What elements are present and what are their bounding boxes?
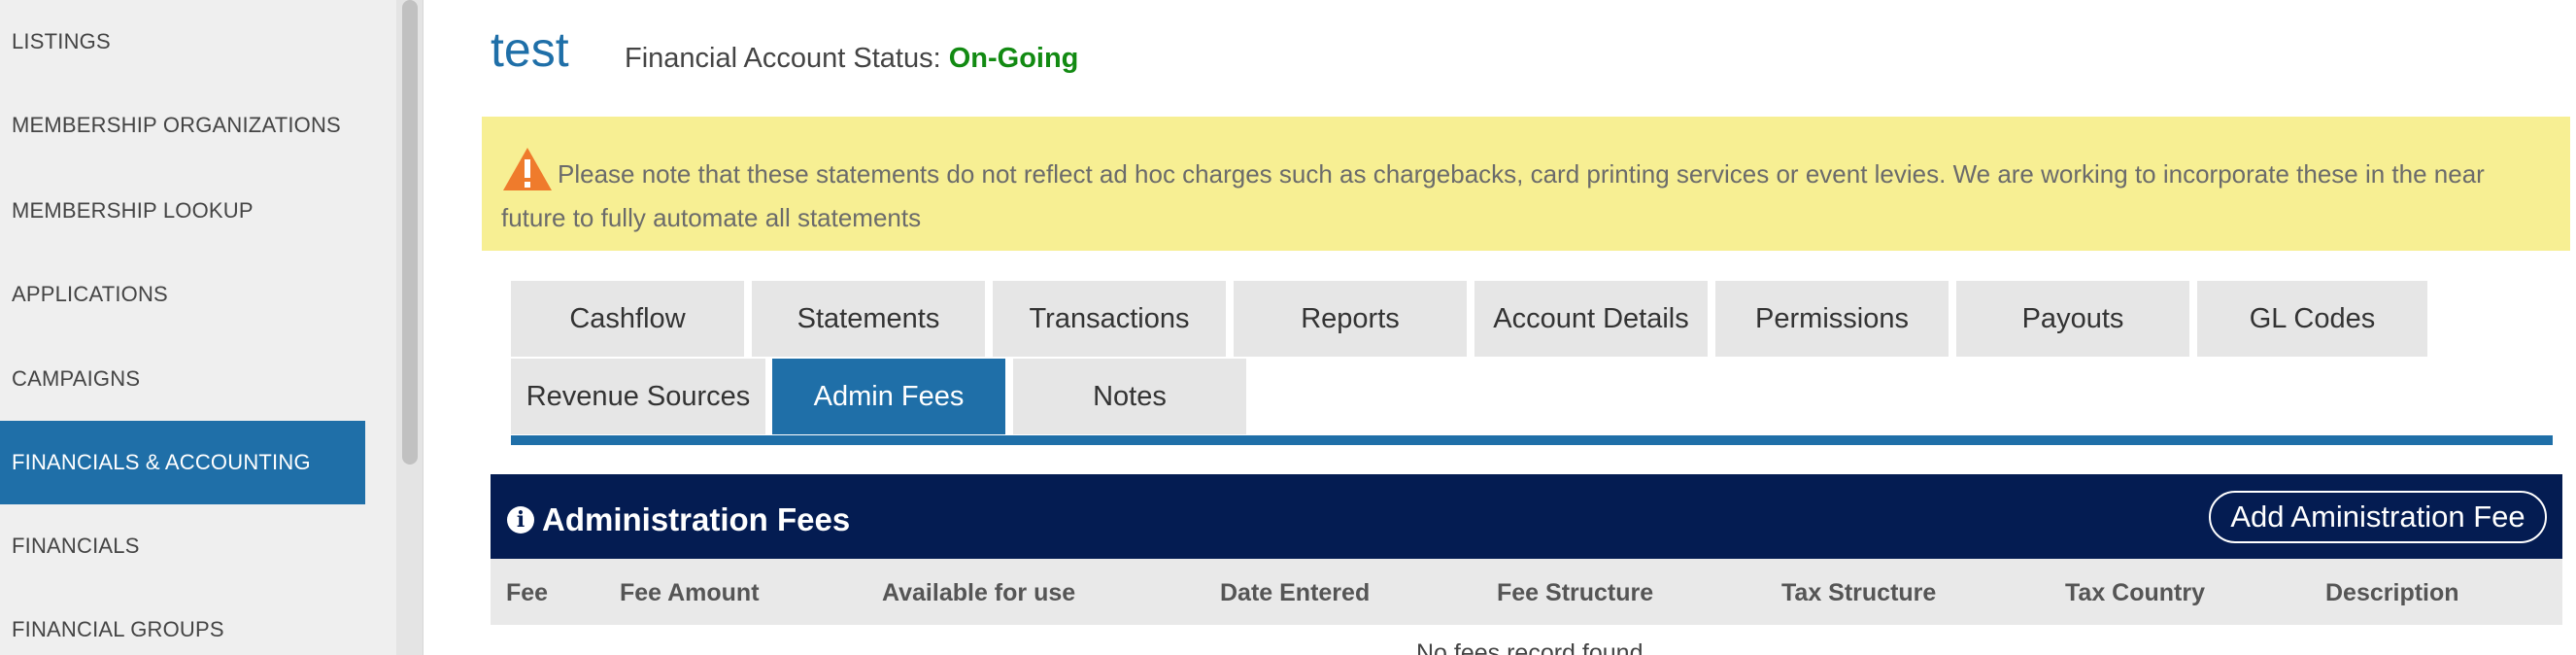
page-title: test xyxy=(491,22,569,77)
tab-payouts[interactable]: Payouts xyxy=(1956,281,2189,357)
add-administration-fee-button[interactable]: Add Aministration Fee xyxy=(2209,491,2547,543)
column-header-description[interactable]: Description xyxy=(2325,579,2459,607)
column-header-fee[interactable]: Fee xyxy=(506,579,548,607)
sidebar: LISTINGS MEMBERSHIP ORGANIZATIONS MEMBER… xyxy=(0,0,396,655)
column-header-available-for-use[interactable]: Available for use xyxy=(882,579,1075,607)
tab-notes[interactable]: Notes xyxy=(1013,359,1246,434)
tab-statements[interactable]: Statements xyxy=(752,281,985,357)
statement-notice: Please note that these statements do not… xyxy=(482,117,2570,251)
notice-text: Please note that these statements do not… xyxy=(501,159,2485,232)
column-header-fee-amount[interactable]: Fee Amount xyxy=(620,579,760,607)
tab-permissions[interactable]: Permissions xyxy=(1715,281,1949,357)
sidebar-item-campaigns[interactable]: CAMPAIGNS xyxy=(0,337,365,421)
tab-underline xyxy=(511,435,2553,445)
sidebar-item-financials-accounting[interactable]: FINANCIALS & ACCOUNTING xyxy=(0,421,365,504)
sidebar-item-listings[interactable]: LISTINGS xyxy=(0,0,365,84)
tab-admin-fees[interactable]: Admin Fees xyxy=(772,359,1005,434)
sidebar-item-financials[interactable]: FINANCIALS xyxy=(0,504,365,588)
empty-table-message: No fees record found xyxy=(1416,639,1644,655)
tab-transactions[interactable]: Transactions xyxy=(993,281,1226,357)
column-header-tax-structure[interactable]: Tax Structure xyxy=(1781,579,1936,607)
tab-reports[interactable]: Reports xyxy=(1234,281,1467,357)
column-header-date-entered[interactable]: Date Entered xyxy=(1220,579,1370,607)
column-header-fee-structure[interactable]: Fee Structure xyxy=(1497,579,1653,607)
tab-cashflow[interactable]: Cashflow xyxy=(511,281,744,357)
tab-account-details[interactable]: Account Details xyxy=(1474,281,1708,357)
info-icon: i xyxy=(507,506,534,534)
sidebar-item-membership-organizations[interactable]: MEMBERSHIP ORGANIZATIONS xyxy=(0,84,365,167)
warning-icon xyxy=(503,148,552,190)
sidebar-scrollbar-thumb[interactable] xyxy=(402,0,418,465)
tab-revenue-sources[interactable]: Revenue Sources xyxy=(511,359,765,434)
sidebar-item-financial-groups[interactable]: FINANCIAL GROUPS xyxy=(0,588,365,655)
sidebar-item-applications[interactable]: APPLICATIONS xyxy=(0,253,365,336)
sidebar-item-membership-lookup[interactable]: MEMBERSHIP LOOKUP xyxy=(0,169,365,253)
account-status-label: Financial Account Status: xyxy=(625,43,941,74)
column-header-tax-country[interactable]: Tax Country xyxy=(2065,579,2205,607)
tab-gl-codes[interactable]: GL Codes xyxy=(2197,281,2427,357)
panel-title: Administration Fees xyxy=(542,501,851,537)
account-status-value: On-Going xyxy=(948,43,1079,74)
account-status: Financial Account Status: On-Going xyxy=(625,43,1078,75)
